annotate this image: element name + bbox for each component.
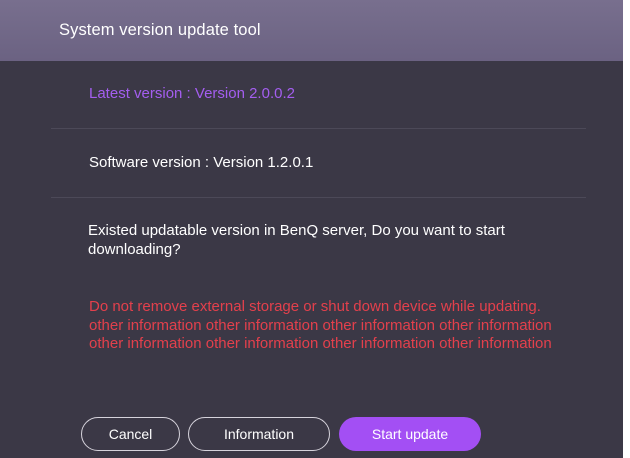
software-version-text: Software version : Version 1.2.0.1 — [89, 154, 314, 171]
latest-version-text: Latest version : Version 2.0.0.2 — [89, 85, 295, 102]
information-button[interactable]: Information — [188, 417, 330, 451]
divider — [51, 197, 586, 198]
dialog-titlebar: System version update tool — [0, 0, 623, 61]
update-question-text: Existed updatable version in BenQ server… — [88, 222, 505, 258]
dialog-title: System version update tool — [59, 21, 261, 39]
update-dialog: System version update tool Latest versio… — [0, 0, 623, 458]
warning-text: Do not remove external storage or shut d… — [89, 298, 552, 352]
cancel-button[interactable]: Cancel — [81, 417, 180, 451]
divider — [51, 128, 586, 129]
start-update-button[interactable]: Start update — [339, 417, 481, 451]
